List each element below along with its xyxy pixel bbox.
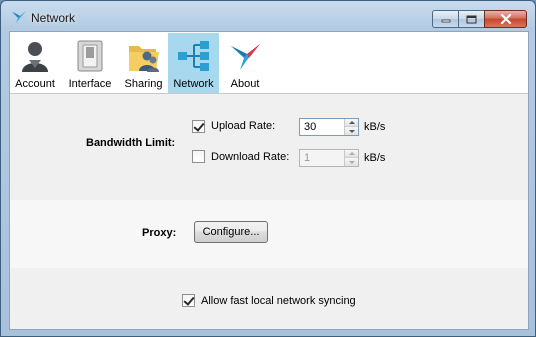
interface-switch-icon <box>77 40 103 72</box>
proxy-section: Proxy: Configure... <box>10 200 528 268</box>
bandwidth-limit-label: Bandwidth Limit: <box>86 137 176 149</box>
tab-label: Account <box>15 78 55 90</box>
maximize-button[interactable] <box>458 10 484 28</box>
network-tree-icon <box>177 41 209 71</box>
close-icon <box>500 14 511 24</box>
download-rate-arrows <box>344 150 358 166</box>
tab-label: Sharing <box>124 78 163 90</box>
close-button[interactable] <box>484 10 527 28</box>
title-bar[interactable]: Network <box>1 1 535 31</box>
tab-interface[interactable]: Interface <box>64 33 116 93</box>
download-rate-label: Download Rate: <box>211 151 290 163</box>
upload-increment-button[interactable] <box>345 119 358 127</box>
upload-rate-arrows <box>344 119 358 135</box>
lan-sync-label: Allow fast local network syncing <box>201 295 356 307</box>
download-rate-value: 1 <box>304 152 311 164</box>
tab-sharing[interactable]: Sharing <box>121 33 166 93</box>
lan-sync-checkbox[interactable] <box>182 294 195 307</box>
window-controls <box>432 10 527 29</box>
tab-label: Network <box>173 78 214 90</box>
upload-decrement-button[interactable] <box>345 127 358 135</box>
download-increment-button <box>345 150 358 158</box>
minimize-icon <box>441 19 450 23</box>
download-rate-spinbox: 1 <box>299 149 359 167</box>
lan-sync-section: Allow fast local network syncing <box>10 268 528 329</box>
maximize-icon <box>466 15 477 23</box>
preferences-content: Account Interface Sharing Network About … <box>9 31 529 330</box>
tab-label: Interface <box>68 78 112 90</box>
configure-proxy-button[interactable]: Configure... <box>194 221 268 243</box>
chevron-down-icon <box>348 129 355 133</box>
sharing-folder-icon <box>128 46 159 72</box>
preferences-window: Network Account Interface Sharing Networ… <box>0 0 536 337</box>
window-title: Network <box>31 11 76 25</box>
chevron-up-icon <box>348 121 355 124</box>
tab-label: About <box>230 78 260 90</box>
download-rate-unit: kB/s <box>364 152 386 164</box>
upload-rate-unit: kB/s <box>364 121 386 133</box>
upload-rate-label: Upload Rate: <box>211 120 276 132</box>
chevron-up-icon <box>348 152 355 155</box>
account-person-icon <box>22 42 48 72</box>
download-decrement-button <box>345 158 358 166</box>
tab-network[interactable]: Network <box>168 33 219 93</box>
bandwidth-section: Bandwidth Limit: Upload Rate: 30 kB/s Do… <box>10 94 528 200</box>
download-rate-checkbox[interactable] <box>192 150 205 163</box>
app-bird-icon <box>12 11 26 23</box>
preferences-toolbar: Account Interface Sharing Network About <box>10 32 528 94</box>
chevron-down-icon <box>348 160 355 164</box>
tab-about[interactable]: About <box>223 33 267 93</box>
upload-rate-checkbox[interactable] <box>192 120 205 133</box>
upload-rate-spinbox[interactable]: 30 <box>299 118 359 136</box>
about-bird-icon <box>231 44 260 70</box>
tab-account[interactable]: Account <box>10 33 60 93</box>
minimize-button[interactable] <box>432 10 458 28</box>
proxy-label: Proxy: <box>142 227 177 239</box>
upload-rate-value: 30 <box>304 121 317 133</box>
